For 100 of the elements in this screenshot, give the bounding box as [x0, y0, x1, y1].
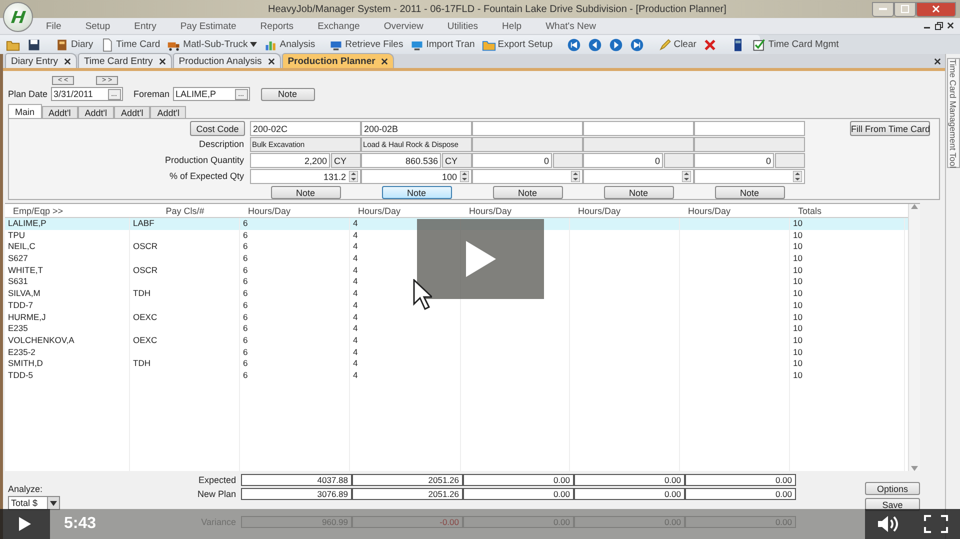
side-tab[interactable]: Time Card Management Tool — [946, 58, 960, 168]
spinner-icon[interactable] — [349, 171, 358, 182]
note-button[interactable]: Note — [492, 186, 562, 199]
document-tab[interactable]: Production Analysis — [172, 53, 281, 68]
percent-field[interactable] — [583, 169, 694, 184]
cost-code-field[interactable] — [583, 121, 694, 136]
caret-icon — [250, 42, 257, 47]
tab[interactable]: Addt'l — [114, 106, 150, 118]
close-icon[interactable] — [64, 58, 71, 64]
column-header[interactable]: Hours/Day — [461, 204, 570, 217]
scroll-down-icon[interactable] — [911, 466, 918, 471]
percent-field[interactable] — [694, 169, 805, 184]
fill-from-time-card-button[interactable]: Fill From Time Card — [850, 121, 930, 136]
menu-item[interactable]: What's New — [546, 20, 596, 32]
menu-item[interactable]: Utilities — [447, 20, 478, 32]
menu-item[interactable]: Exchange — [318, 20, 360, 32]
table-cell: TDD-5 — [5, 370, 130, 382]
column-header[interactable]: Pay Cls/# — [130, 204, 240, 217]
quantity-field[interactable]: 0 — [694, 153, 774, 168]
spinner-icon[interactable] — [682, 171, 691, 182]
menu-item[interactable]: Pay Estimate — [180, 20, 236, 32]
note-button[interactable]: Note — [260, 88, 315, 100]
maximize-button[interactable] — [894, 2, 916, 16]
spinner-icon[interactable] — [460, 171, 469, 182]
spinner-icon[interactable] — [571, 171, 580, 182]
quantity-field[interactable]: 860.536 — [361, 153, 441, 168]
note-button[interactable]: Note — [270, 186, 340, 199]
toolbar-dropdown[interactable]: Matl-Sub-Truck — [165, 36, 259, 52]
summary-value: 0.00 — [463, 474, 574, 486]
column-header[interactable]: Hours/Day — [240, 204, 350, 217]
note-button[interactable]: Note — [604, 186, 674, 199]
document-tab[interactable]: Diary Entry — [5, 53, 77, 68]
column-header[interactable]: Totals — [790, 204, 905, 217]
book-icon — [55, 38, 69, 52]
toolbar-button[interactable]: Time Card Mgmt — [750, 36, 841, 52]
next-icon — [608, 38, 623, 52]
close-icon[interactable] — [268, 58, 275, 64]
cost-code-field[interactable] — [472, 121, 583, 136]
play-overlay-button[interactable] — [417, 219, 544, 299]
quantity-field[interactable]: 0 — [583, 153, 663, 168]
percent-field[interactable] — [472, 169, 583, 184]
tab[interactable]: Addt'l — [42, 106, 78, 118]
play-icon[interactable] — [19, 517, 31, 531]
note-button[interactable]: Note — [714, 186, 784, 199]
cost-code-button[interactable]: Cost Code — [190, 121, 245, 136]
toolbar-button[interactable]: Diary — [53, 36, 96, 52]
close-icon[interactable] — [381, 58, 388, 64]
menu-item[interactable]: File — [46, 20, 62, 32]
quantity-field[interactable]: 0 — [472, 153, 552, 168]
menu-item[interactable]: Setup — [85, 20, 110, 32]
close-icon[interactable] — [934, 58, 941, 64]
spinner-icon[interactable] — [793, 171, 802, 182]
tab[interactable]: Main — [8, 104, 42, 118]
document-tab[interactable]: Time Card Entry — [78, 53, 172, 68]
percent-field[interactable]: 100 — [361, 169, 472, 184]
quantity-field[interactable]: 2,200 — [250, 153, 330, 168]
toolbar-button[interactable]: Export Setup — [480, 36, 555, 52]
cost-code-field[interactable]: 200-02C — [250, 121, 361, 136]
fullscreen-icon[interactable] — [924, 515, 948, 533]
toolbar-button[interactable]: Clear — [656, 36, 698, 52]
table-row[interactable]: SMITH,D TDH 6 4 10 — [5, 358, 908, 370]
menu-item[interactable]: Overview — [384, 20, 424, 32]
toolbar-button[interactable]: Analysis — [262, 36, 318, 52]
toolbar-button[interactable]: Import Tran — [408, 36, 477, 52]
menu-item[interactable]: Reports — [260, 20, 294, 32]
table-row[interactable]: TDD-5 6 4 10 — [5, 370, 908, 382]
menu-item[interactable]: Help — [502, 20, 522, 32]
cost-code-field[interactable]: 200-02B — [361, 121, 472, 136]
toolbar-button[interactable]: Time Card — [98, 36, 162, 52]
table-row[interactable]: TDD-7 6 4 10 — [5, 300, 908, 312]
tab[interactable]: Addt'l — [150, 106, 186, 118]
column-header[interactable]: Hours/Day — [570, 204, 680, 217]
summary-value: 0.00 — [574, 488, 685, 500]
toolbar-button[interactable]: Retrieve Files — [327, 36, 406, 52]
percent-field[interactable]: 131.2 — [250, 169, 361, 184]
menu-item[interactable]: Entry — [134, 20, 156, 32]
close-icon[interactable] — [947, 22, 954, 29]
volume-icon[interactable] — [877, 515, 900, 533]
table-cell: 10 — [790, 370, 905, 382]
column-header[interactable]: Hours/Day — [350, 204, 461, 217]
table-row[interactable]: VOLCHENKOV,A OEXC 6 4 10 — [5, 334, 908, 347]
analyze-dropdown[interactable]: Total $ — [8, 496, 60, 510]
note-button[interactable]: Note — [382, 186, 452, 199]
app-logo[interactable] — [3, 2, 33, 32]
minimize-button[interactable] — [872, 2, 894, 16]
close-button[interactable] — [916, 2, 956, 16]
scroll-up-icon[interactable] — [911, 204, 918, 209]
column-header[interactable]: Hours/Day — [680, 204, 790, 217]
cost-code-field[interactable] — [694, 121, 805, 136]
column-header[interactable]: Emp/Eqp >> — [5, 204, 130, 217]
video-time: 5:43 — [64, 515, 96, 533]
summary-value: -0.00 — [352, 516, 463, 528]
summary-value: 0.00 — [685, 488, 796, 500]
document-tab[interactable]: Production Planner — [282, 53, 394, 68]
close-icon[interactable] — [158, 58, 166, 64]
scrollbar[interactable] — [908, 204, 920, 471]
table-cell: 6 — [240, 370, 350, 382]
tab[interactable]: Addt'l — [78, 106, 114, 118]
restore-icon[interactable] — [935, 22, 943, 30]
action-button[interactable]: Options — [865, 482, 920, 495]
